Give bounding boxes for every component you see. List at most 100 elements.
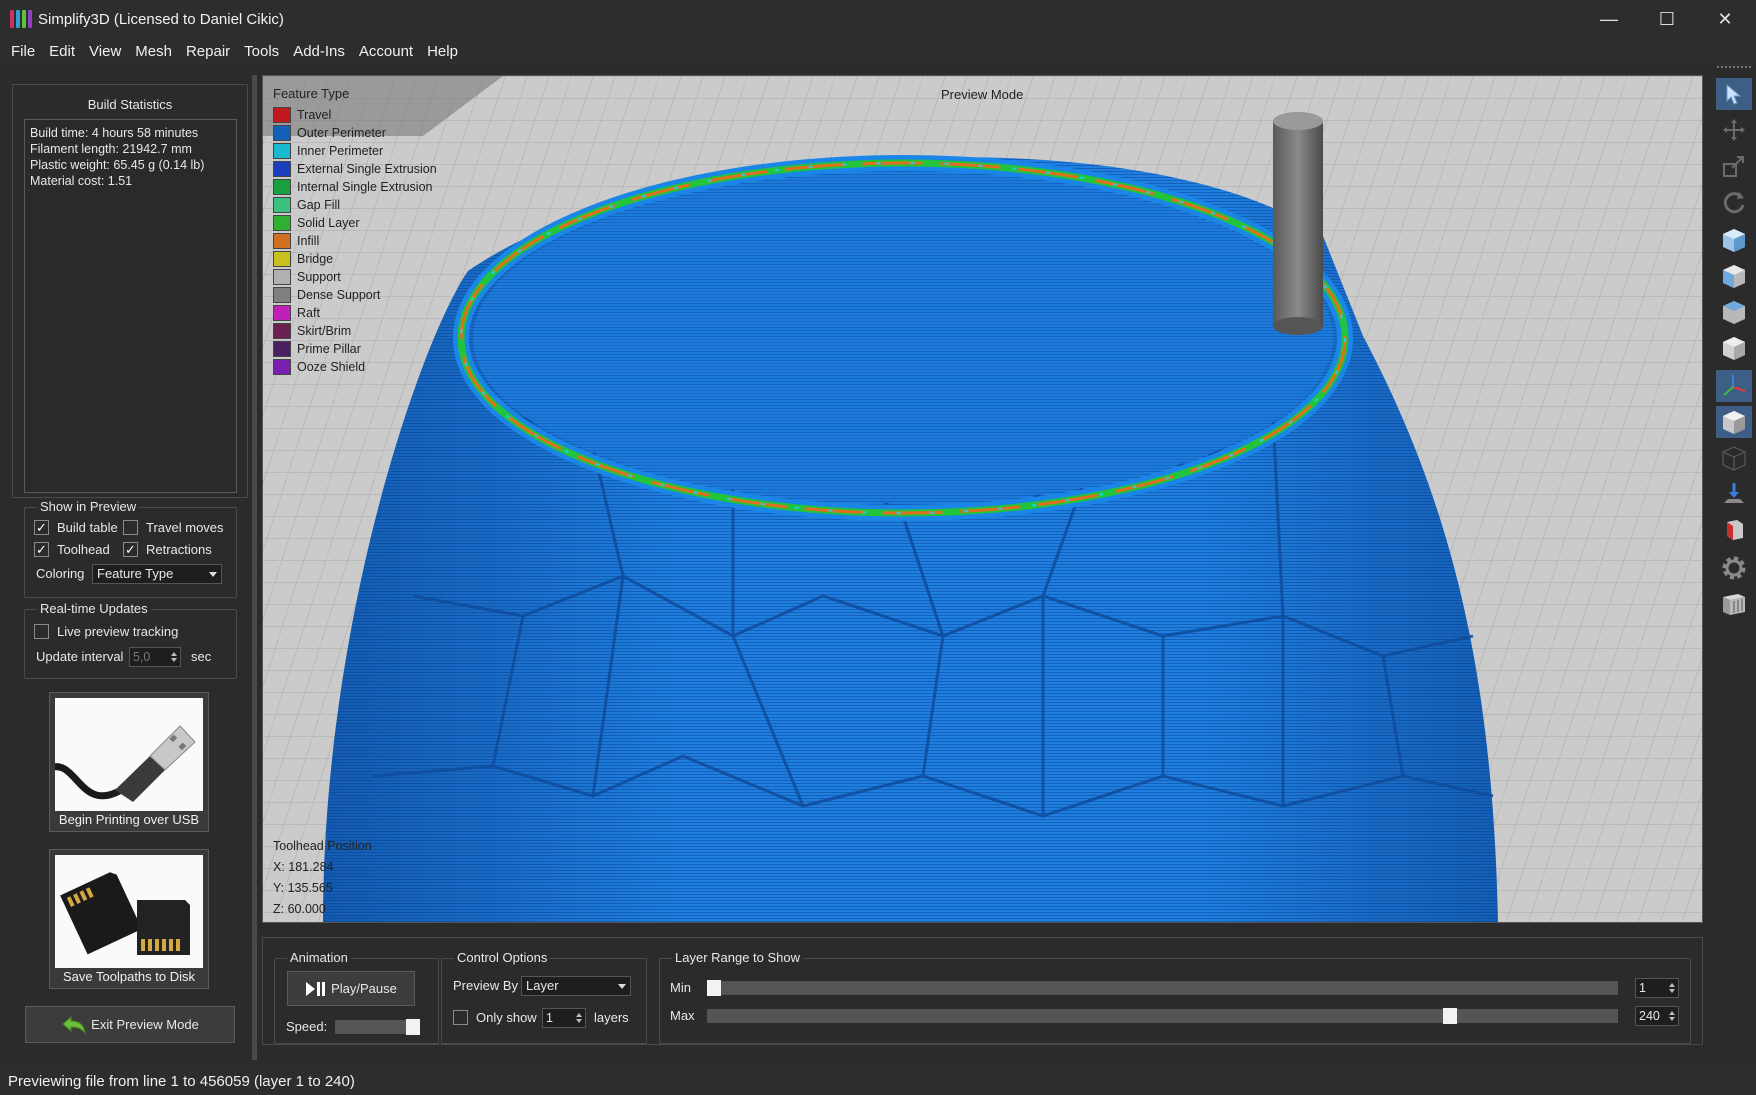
play-pause-icon [306, 981, 326, 996]
travel-moves-label: Travel moves [146, 520, 224, 535]
build-table-toggle[interactable]: ✓ Build table [34, 520, 118, 535]
spin-up-icon [1669, 1011, 1675, 1015]
select-icon[interactable] [1716, 78, 1752, 110]
legend-swatch [273, 197, 291, 213]
only-show-input[interactable]: 1 [542, 1008, 586, 1028]
travel-moves-checkbox[interactable] [123, 520, 138, 535]
toolpath-preview-scene[interactable] [263, 76, 1703, 923]
legend-swatch [273, 323, 291, 339]
save-toolpaths-button[interactable]: Save Toolpaths to Disk [49, 849, 209, 989]
toolhead-checkbox[interactable]: ✓ [34, 542, 49, 557]
menu-mesh[interactable]: Mesh [128, 38, 179, 66]
build-table-checkbox[interactable]: ✓ [34, 520, 49, 535]
solid-view-icon[interactable] [1716, 406, 1752, 438]
only-show-toggle[interactable]: Only show [453, 1010, 537, 1025]
sd-card-icon [55, 855, 203, 968]
panel-splitter[interactable] [252, 75, 257, 1060]
speed-slider-handle[interactable] [406, 1019, 420, 1035]
rotate-icon[interactable] [1716, 186, 1752, 218]
menu-add-ins[interactable]: Add-Ins [286, 38, 352, 66]
layer-max-input[interactable]: 240 [1635, 1006, 1679, 1026]
chevron-down-icon [618, 984, 626, 989]
legend-item: Inner Perimeter [273, 142, 437, 160]
coloring-select[interactable]: Feature Type [92, 564, 222, 584]
legend-item: Gap Fill [273, 196, 437, 214]
cross-section-icon[interactable] [1716, 514, 1752, 546]
build-statistics-text: Build time: 4 hours 58 minutes Filament … [24, 119, 237, 493]
menu-account[interactable]: Account [352, 38, 420, 66]
move-icon[interactable] [1716, 114, 1752, 146]
menu-repair[interactable]: Repair [179, 38, 237, 66]
legend-label: Outer Perimeter [297, 126, 386, 140]
layers-label: layers [594, 1010, 629, 1025]
toolhead-toggle[interactable]: ✓ Toolhead [34, 542, 110, 557]
legend-item: Internal Single Extrusion [273, 178, 437, 196]
only-show-value: 1 [546, 1011, 553, 1025]
settings-gear-icon[interactable] [1716, 552, 1752, 584]
bottom-control-panel: Animation Play/Pause Speed: Control Opti… [262, 937, 1703, 1045]
menu-help[interactable]: Help [420, 38, 465, 66]
preview-by-value: Layer [526, 978, 559, 993]
layer-min-handle[interactable] [707, 980, 721, 996]
speed-slider[interactable] [335, 1019, 420, 1035]
legend-label: Dense Support [297, 288, 381, 302]
exit-preview-button[interactable]: Exit Preview Mode [25, 1006, 235, 1043]
retractions-checkbox[interactable]: ✓ [123, 542, 138, 557]
legend-swatch [273, 287, 291, 303]
build-table-icon[interactable] [1716, 588, 1752, 620]
close-button[interactable]: ✕ [1696, 0, 1754, 38]
axes-icon[interactable] [1716, 370, 1752, 402]
play-pause-button[interactable]: Play/Pause [287, 971, 415, 1006]
realtime-updates-group: Real-time Updates Live preview tracking … [24, 601, 237, 679]
drop-to-table-icon[interactable] [1716, 478, 1752, 510]
layer-max-slider[interactable] [707, 1008, 1618, 1024]
layer-min-slider[interactable] [707, 980, 1618, 996]
live-tracking-checkbox[interactable] [34, 624, 49, 639]
travel-moves-toggle[interactable]: Travel moves [123, 520, 224, 535]
update-interval-input[interactable]: 5,0 [129, 647, 181, 667]
spin-down-icon [576, 1019, 582, 1023]
scale-icon[interactable] [1716, 150, 1752, 182]
legend-title: Feature Type [273, 86, 350, 101]
view-default-icon[interactable] [1716, 224, 1752, 256]
back-arrow-icon [62, 1015, 86, 1035]
minimize-button[interactable]: — [1580, 0, 1638, 38]
preview-mode-label: Preview Mode [941, 87, 1024, 102]
legend-swatch [273, 341, 291, 357]
layer-range-title: Layer Range to Show [672, 950, 804, 965]
maximize-button[interactable]: ☐ [1638, 0, 1696, 38]
menu-tools[interactable]: Tools [237, 38, 286, 66]
wireframe-view-icon[interactable] [1716, 442, 1752, 474]
show-in-preview-title: Show in Preview [37, 499, 140, 514]
legend-label: Bridge [297, 252, 334, 266]
live-tracking-toggle[interactable]: Live preview tracking [34, 624, 178, 639]
toolhead-x: X: 181.284 [273, 860, 334, 874]
view-front-icon[interactable] [1716, 260, 1752, 292]
begin-printing-usb-button[interactable]: Begin Printing over USB [49, 692, 209, 832]
left-panel: Build Statistics Build time: 4 hours 58 … [12, 84, 248, 1059]
layer-max-handle[interactable] [1442, 1008, 1457, 1024]
control-options-group: Control Options Preview By Layer Only sh… [441, 950, 647, 1044]
show-in-preview-group: Show in Preview ✓ Build table Travel mov… [24, 499, 237, 598]
view-side-icon[interactable] [1716, 332, 1752, 364]
legend-item: Outer Perimeter [273, 124, 437, 142]
legend-item: Support [273, 268, 437, 286]
layer-min-input[interactable]: 1 [1635, 978, 1679, 998]
animation-title: Animation [287, 950, 351, 965]
stat-material-cost: Material cost: 1.51 [30, 174, 133, 188]
preview-by-select[interactable]: Layer [521, 976, 631, 996]
menu-file[interactable]: File [4, 38, 42, 66]
chevron-down-icon [209, 572, 217, 577]
legend-item: Infill [273, 232, 437, 250]
only-show-checkbox[interactable] [453, 1010, 468, 1025]
legend-label: Prime Pillar [297, 342, 361, 356]
legend-item: External Single Extrusion [273, 160, 437, 178]
3d-viewport[interactable]: Feature Type Travel Outer Perimeter Inner … [262, 75, 1703, 923]
view-top-icon[interactable] [1716, 296, 1752, 328]
menu-edit[interactable]: Edit [42, 38, 82, 66]
retractions-toggle[interactable]: ✓ Retractions [123, 542, 212, 557]
spin-down-icon [171, 658, 177, 662]
legend-label: Skirt/Brim [297, 324, 352, 338]
menu-view[interactable]: View [82, 38, 128, 66]
legend-item: Dense Support [273, 286, 437, 304]
